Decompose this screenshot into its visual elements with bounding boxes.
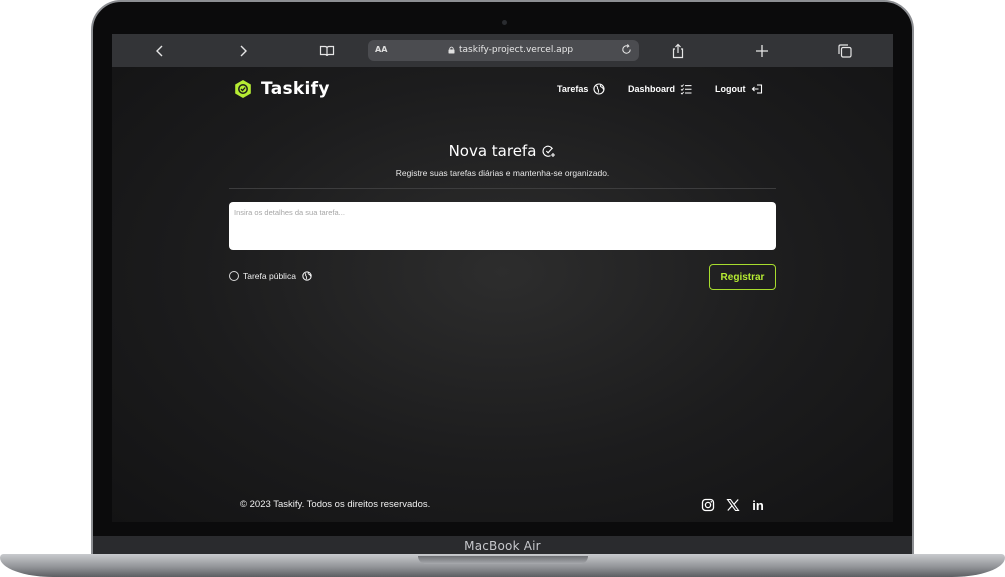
nav-dashboard-label: Dashboard (628, 84, 676, 94)
reader-text-size[interactable]: AA (375, 45, 387, 54)
checklist-icon (680, 84, 692, 95)
nav-logout[interactable]: Logout (715, 83, 763, 95)
taskify-logo-icon (235, 80, 251, 98)
camera (502, 20, 507, 25)
linkedin-icon[interactable]: in (750, 497, 766, 513)
instagram-icon[interactable] (700, 497, 716, 513)
app-logo[interactable]: Taskify (233, 79, 330, 99)
new-tab-icon[interactable] (753, 42, 771, 60)
public-task-radio[interactable] (229, 271, 239, 281)
page-title-row: Nova tarefa (112, 142, 893, 160)
logout-icon (751, 84, 762, 94)
device-label: MacBook Air (464, 539, 541, 553)
laptop-notch (418, 556, 588, 564)
address-bar[interactable]: AA taskify-project.vercel.app (368, 40, 639, 61)
back-icon[interactable] (151, 42, 169, 60)
nav-logout-label: Logout (715, 84, 746, 94)
public-task-label: Tarefa pública (243, 271, 296, 281)
share-icon[interactable] (669, 42, 687, 60)
x-icon[interactable] (725, 497, 741, 513)
public-task-option[interactable]: Tarefa pública (229, 271, 312, 281)
divider (229, 188, 776, 189)
footer-copyright: © 2023 Taskify. Todos os direitos reserv… (240, 499, 431, 510)
page-title: Nova tarefa (448, 142, 537, 160)
linkedin-label: in (752, 497, 764, 513)
laptop-hinge: MacBook Air (93, 536, 912, 556)
page-viewport: Taskify Tarefas Dashboard Logout Nova ta… (112, 67, 893, 522)
lock-icon (448, 46, 455, 54)
forward-icon[interactable] (234, 42, 252, 60)
globe-icon (302, 271, 312, 281)
task-details-input[interactable] (229, 202, 776, 250)
reload-icon[interactable] (620, 43, 633, 56)
screen: AA taskify-project.vercel.app Taskify Ta… (112, 34, 893, 522)
url-wrap: taskify-project.vercel.app (448, 45, 573, 55)
nav-tarefas[interactable]: Tarefas (557, 83, 605, 95)
nav-tarefas-label: Tarefas (557, 84, 589, 94)
nav-dashboard[interactable]: Dashboard (628, 83, 692, 95)
logo-text: Taskify (261, 79, 330, 99)
url-text: taskify-project.vercel.app (459, 45, 574, 55)
tabs-icon[interactable] (836, 42, 854, 60)
register-button[interactable]: Registrar (709, 264, 776, 290)
book-icon[interactable] (318, 42, 336, 60)
browser-toolbar: AA taskify-project.vercel.app (112, 34, 893, 67)
globe-icon (593, 83, 605, 95)
page-subtitle: Registre suas tarefas diárias e mantenha… (395, 168, 610, 178)
task-add-icon (542, 145, 556, 157)
